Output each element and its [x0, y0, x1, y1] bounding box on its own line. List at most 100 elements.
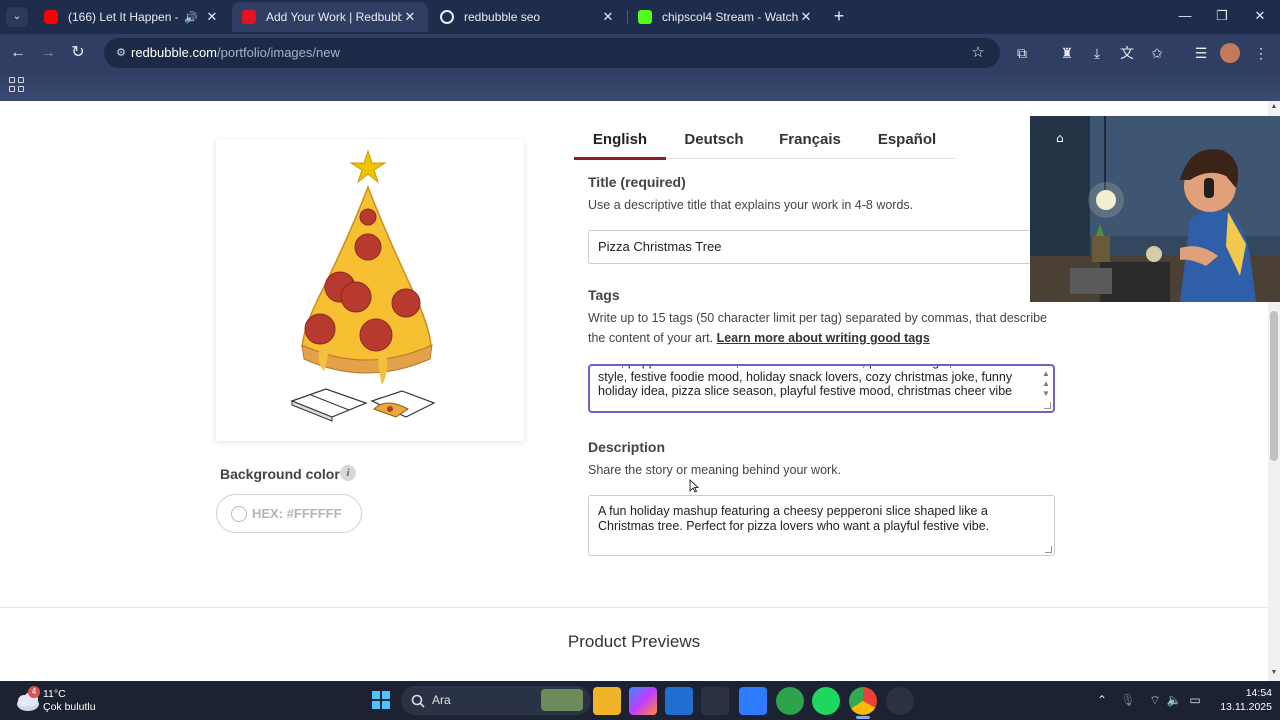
- tab-kick-stream[interactable]: chipscol4 Stream - Watch Live o ✕: [628, 2, 824, 32]
- settings-gear-icon[interactable]: [886, 687, 914, 715]
- address-bar[interactable]: ⚙ redbubble.com/portfolio/images/new ☆: [104, 38, 1000, 68]
- spotify-icon[interactable]: [812, 687, 840, 715]
- scroll-mid-icon[interactable]: ▲: [1041, 379, 1051, 389]
- back-arrow-icon[interactable]: ←: [6, 41, 30, 65]
- browser-toolbar: ← → ↻ ⚙ redbubble.com/portfolio/images/n…: [0, 34, 1280, 72]
- artwork-preview-card: [216, 139, 524, 441]
- mouse-cursor-icon: [689, 479, 699, 493]
- close-window-icon[interactable]: ✕: [1245, 4, 1275, 28]
- apps-grid-icon[interactable]: [9, 77, 25, 93]
- language-tabs: English Deutsch Français Español: [574, 125, 955, 160]
- youtube-icon: [44, 10, 58, 24]
- menu-kebab-icon[interactable]: ⋮: [1250, 43, 1272, 63]
- speaker-icon[interactable]: 🔊: [184, 11, 198, 24]
- new-tab-plus-icon[interactable]: +: [829, 5, 849, 27]
- description-label: Description: [588, 439, 666, 455]
- tab-title: redbubble seo: [464, 10, 541, 24]
- background-color-picker[interactable]: HEX: #FFFFFF: [216, 494, 362, 533]
- minimize-icon[interactable]: —: [1170, 4, 1200, 28]
- product-previews-title: Product Previews: [567, 632, 701, 651]
- restore-icon[interactable]: ❐: [1207, 4, 1237, 28]
- wifi-icon[interactable]: ⌔: [1146, 691, 1164, 709]
- weather-temperature[interactable]: 11°C: [43, 688, 66, 700]
- tab-close-icon[interactable]: ✕: [204, 9, 220, 25]
- active-app-indicator: [856, 716, 870, 719]
- windows-start-icon[interactable]: [371, 690, 391, 710]
- resize-handle-icon[interactable]: [1045, 546, 1052, 553]
- scroll-up-icon[interactable]: ▲: [1041, 369, 1051, 379]
- tags-textarea[interactable]: vibe, pepperoni tree idea, christmas foo…: [588, 364, 1055, 413]
- tab-english[interactable]: English: [574, 131, 666, 148]
- windows-taskbar: 4 11°C Çok bulutlu Ara ⌃ 🎙 ⌔ 🔈 ▭ 14:54 1…: [0, 681, 1280, 720]
- bookmark-star-icon[interactable]: ☆: [968, 43, 988, 63]
- scroll-thumb[interactable]: [1270, 311, 1278, 461]
- taskbar-search-box[interactable]: Ara: [401, 686, 591, 715]
- tab-espanol[interactable]: Español: [860, 131, 954, 148]
- description-help-text: Share the story or meaning behind your w…: [588, 463, 841, 477]
- active-tab-indicator: [574, 157, 666, 160]
- extensions-icon[interactable]: ⧉: [1011, 43, 1033, 63]
- resize-handle-icon[interactable]: [1044, 402, 1051, 409]
- section-divider: [0, 607, 1268, 608]
- tags-label: Tags: [588, 287, 620, 303]
- tab-redbubble-seo[interactable]: redbubble seo ✕: [430, 2, 626, 32]
- translate-icon[interactable]: 文: [1116, 43, 1138, 63]
- incognito-icon[interactable]: ♜: [1056, 43, 1078, 63]
- file-explorer-icon[interactable]: [593, 687, 621, 715]
- site-info-icon[interactable]: ⚙: [112, 44, 130, 62]
- tab-close-icon[interactable]: ✕: [402, 9, 418, 25]
- copilot-icon[interactable]: [629, 687, 657, 715]
- battery-icon[interactable]: ▭: [1186, 691, 1204, 709]
- description-textarea[interactable]: A fun holiday mashup featuring a cheesy …: [588, 495, 1055, 556]
- profile-avatar-icon[interactable]: [1220, 43, 1240, 63]
- tab-title: chipscol4 Stream - Watch Live o: [662, 10, 798, 24]
- tags-help-text: Write up to 15 tags (50 character limit …: [588, 308, 1048, 348]
- favorites-icon[interactable]: ✩: [1146, 43, 1168, 63]
- picture-in-picture-video[interactable]: ⌂: [1030, 116, 1280, 302]
- search-highlight-image: [541, 689, 583, 711]
- tab-youtube[interactable]: (166) Let It Happen - YouTu 🔊 ✕: [34, 2, 230, 32]
- clock-time[interactable]: 14:54: [1228, 687, 1272, 699]
- pizza-christmas-tree-artwork: [290, 149, 436, 422]
- app-cube-icon[interactable]: [701, 687, 729, 715]
- store-icon[interactable]: [665, 687, 693, 715]
- hex-value: HEX: #FFFFFF: [252, 506, 342, 521]
- tab-francais[interactable]: Français: [762, 131, 858, 148]
- microphone-icon[interactable]: 🎙: [1119, 691, 1137, 709]
- xbox-icon[interactable]: [776, 687, 804, 715]
- reading-list-icon[interactable]: ☰: [1190, 43, 1212, 63]
- color-swatch[interactable]: [231, 506, 247, 522]
- weather-badge: 4: [28, 686, 40, 698]
- tab-deutsch[interactable]: Deutsch: [666, 131, 762, 148]
- tab-close-icon[interactable]: ✕: [798, 9, 814, 25]
- forward-arrow-icon[interactable]: →: [36, 41, 60, 65]
- search-placeholder: Ara: [432, 693, 451, 707]
- tab-redbubble[interactable]: Add Your Work | Redbubble ✕: [232, 2, 428, 32]
- search-icon: [411, 694, 425, 708]
- scroll-down-icon[interactable]: ▼: [1041, 389, 1051, 399]
- title-input[interactable]: Pizza Christmas Tree: [588, 230, 1058, 264]
- background-color-label: Background color: [220, 466, 340, 482]
- url-host: redbubble.com: [131, 45, 217, 60]
- volume-icon[interactable]: 🔈: [1165, 691, 1183, 709]
- scroll-down-arrow-icon[interactable]: ▼: [1268, 667, 1280, 679]
- chatgpt-icon: [440, 10, 454, 24]
- tab-close-icon[interactable]: ✕: [600, 9, 616, 25]
- tab-title: Add Your Work | Redbubble: [266, 10, 402, 24]
- chrome-icon[interactable]: [849, 687, 877, 715]
- reload-icon[interactable]: ↻: [66, 41, 90, 65]
- tags-value: vibe, pepperoni tree idea, christmas foo…: [598, 366, 1013, 398]
- tray-chevron-up-icon[interactable]: ⌃: [1093, 691, 1111, 709]
- learn-more-tags-link[interactable]: Learn more about writing good tags: [717, 331, 930, 345]
- tab-search-chevron-icon[interactable]: ⌄: [6, 7, 28, 27]
- url-text[interactable]: redbubble.com/portfolio/images/new: [131, 45, 340, 60]
- url-path: /portfolio/images/new: [217, 45, 340, 60]
- visual-studio-icon[interactable]: [739, 687, 767, 715]
- clock-date[interactable]: 13.11.2025: [1208, 701, 1272, 713]
- download-icon[interactable]: ⤓: [1086, 43, 1108, 63]
- title-label: Title (required): [588, 174, 686, 190]
- kick-icon: [638, 10, 652, 24]
- info-icon[interactable]: i: [340, 465, 356, 481]
- weather-description[interactable]: Çok bulutlu: [43, 701, 96, 713]
- scroll-up-arrow-icon[interactable]: ▲: [1268, 101, 1280, 113]
